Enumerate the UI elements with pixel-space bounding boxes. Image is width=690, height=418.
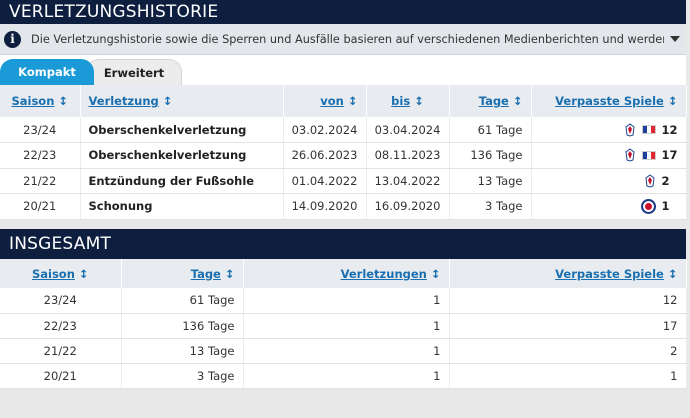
sort-icon: ↕ xyxy=(162,94,173,108)
injury-history-panel: VERLETZUNGSHISTORIE i Die Verletzungshis… xyxy=(0,0,687,220)
view-tabs: Erweitert Kompakt xyxy=(0,55,686,85)
palace-crest-icon[interactable] xyxy=(624,122,636,137)
injury-table: Saison ↕ Verletzung ↕ von ↕ bis ↕ Tage ↕ Verp… xyxy=(0,85,687,220)
palace-crest-icon[interactable] xyxy=(624,148,636,162)
france-flag-icon xyxy=(641,125,656,134)
until-cell: 08.11.2023 xyxy=(366,142,450,169)
days-cell: 13 Tage xyxy=(449,168,532,194)
table-row: 22/23 Oberschenkelverletzung 26.06.2023 … xyxy=(0,142,687,169)
until-cell: 13.04.2022 xyxy=(366,168,450,194)
table-row: 21/22 Entzündung der Fußsohle 01.04.2022… xyxy=(0,168,687,194)
sort-icon: ↕ xyxy=(78,266,89,281)
missed-cell: 17 xyxy=(531,142,687,169)
missed-cell: 17 xyxy=(449,313,687,339)
sort-icon: ↕ xyxy=(414,94,424,108)
table-row: 22/23 136 Tage 1 17 xyxy=(0,313,687,339)
days-cell: 13 Tage xyxy=(121,338,244,364)
notice-bar[interactable]: i Die Verletzungshistorie sowie die Sper… xyxy=(0,24,686,55)
table-row: 23/24 61 Tage 1 12 xyxy=(0,288,687,314)
until-cell: 03.04.2024 xyxy=(366,117,450,143)
injuries-cell: 1 xyxy=(243,363,450,389)
missed-cell: 1 xyxy=(531,193,687,220)
days-cell: 61 Tage xyxy=(121,288,244,314)
season-cell: 20/21 xyxy=(0,363,122,389)
missed-cell: 12 xyxy=(449,288,687,314)
totals-panel: INSGESAMT Saison ↕ Tage ↕ Verletzungen ↕ Ve… xyxy=(0,229,687,389)
missed-cell: 2 xyxy=(449,338,687,364)
table-row: 20/21 3 Tage 1 1 xyxy=(0,363,687,389)
season-cell: 23/24 xyxy=(0,288,122,314)
missed-cell: 12 xyxy=(531,117,687,143)
days-cell: 61 Tage xyxy=(449,117,532,143)
sort-season-header[interactable]: Saison ↕ xyxy=(0,85,81,117)
info-icon: i xyxy=(4,30,21,48)
sort-injury-header[interactable]: Verletzung ↕ xyxy=(80,85,284,117)
sort-icon: ↕ xyxy=(347,94,358,108)
days-cell: 136 Tage xyxy=(449,142,532,169)
notice-text: Die Verletzungshistorie sowie die Sperre… xyxy=(31,32,664,46)
from-cell: 14.09.2020 xyxy=(283,193,367,220)
table-header-row: Saison ↕ Verletzung ↕ von ↕ bis ↕ Tage ↕ Verp… xyxy=(0,85,687,117)
injuries-cell: 1 xyxy=(243,338,450,364)
france-flag-icon xyxy=(641,150,656,160)
panel-title: VERLETZUNGSHISTORIE xyxy=(0,0,686,24)
season-cell: 22/23 xyxy=(0,142,81,169)
until-cell: 16.09.2020 xyxy=(366,193,450,220)
table-header-row: Saison ↕ Tage ↕ Verletzungen ↕ Verpasste Sp… xyxy=(0,259,687,288)
sort-icon: ↕ xyxy=(667,94,678,108)
injuries-cell: 1 xyxy=(243,313,450,339)
palace-crest-icon[interactable] xyxy=(644,174,656,188)
panel-title: INSGESAMT xyxy=(0,229,686,259)
sort-icon: ↕ xyxy=(430,266,441,281)
sort-days-header[interactable]: Tage ↕ xyxy=(449,85,532,117)
table-row: 20/21 Schonung 14.09.2020 16.09.2020 3 T… xyxy=(0,193,687,220)
sort-icon: ↕ xyxy=(58,94,69,108)
injury-cell: Oberschenkelverletzung xyxy=(80,117,284,143)
tab-erweitert[interactable]: Erweitert xyxy=(86,59,182,85)
from-cell: 26.06.2023 xyxy=(283,142,367,169)
chevron-down-icon[interactable] xyxy=(670,36,680,42)
totals-table: Saison ↕ Tage ↕ Verletzungen ↕ Verpasste Sp… xyxy=(0,259,687,389)
sort-icon: ↕ xyxy=(667,266,678,281)
injury-cell: Entzündung der Fußsohle xyxy=(80,168,284,194)
days-cell: 136 Tage xyxy=(121,313,244,339)
sort-icon: ↕ xyxy=(512,94,523,108)
sort-until-header[interactable]: bis ↕ xyxy=(366,85,450,117)
from-cell: 03.02.2024 xyxy=(283,117,367,143)
days-cell: 3 Tage xyxy=(121,363,244,389)
injuries-cell: 1 xyxy=(243,288,450,314)
sort-missed-header[interactable]: Verpasste Spiele ↕ xyxy=(531,85,687,117)
table-row: 21/22 13 Tage 1 2 xyxy=(0,338,687,364)
sort-missed-header[interactable]: Verpasste Spiele ↕ xyxy=(449,259,687,288)
injury-cell: Oberschenkelverletzung xyxy=(80,142,284,169)
season-cell: 21/22 xyxy=(0,338,122,364)
season-cell: 23/24 xyxy=(0,117,81,143)
sort-days-header[interactable]: Tage ↕ xyxy=(121,259,244,288)
table-row: 23/24 Oberschenkelverletzung 03.02.2024 … xyxy=(0,117,687,143)
season-cell: 22/23 xyxy=(0,313,122,339)
missed-cell: 2 xyxy=(531,168,687,194)
from-cell: 01.04.2022 xyxy=(283,168,367,194)
season-cell: 20/21 xyxy=(0,193,81,220)
sort-season-header[interactable]: Saison ↕ xyxy=(0,259,122,288)
sort-injuries-header[interactable]: Verletzungen ↕ xyxy=(243,259,450,288)
sort-from-header[interactable]: von ↕ xyxy=(283,85,367,117)
tab-kompakt[interactable]: Kompakt xyxy=(0,59,94,85)
injury-cell: Schonung xyxy=(80,193,284,220)
sort-icon: ↕ xyxy=(224,266,235,281)
missed-cell: 1 xyxy=(449,363,687,389)
season-cell: 21/22 xyxy=(0,168,81,194)
reading-crest-icon[interactable] xyxy=(640,198,656,214)
days-cell: 3 Tage xyxy=(449,193,532,220)
